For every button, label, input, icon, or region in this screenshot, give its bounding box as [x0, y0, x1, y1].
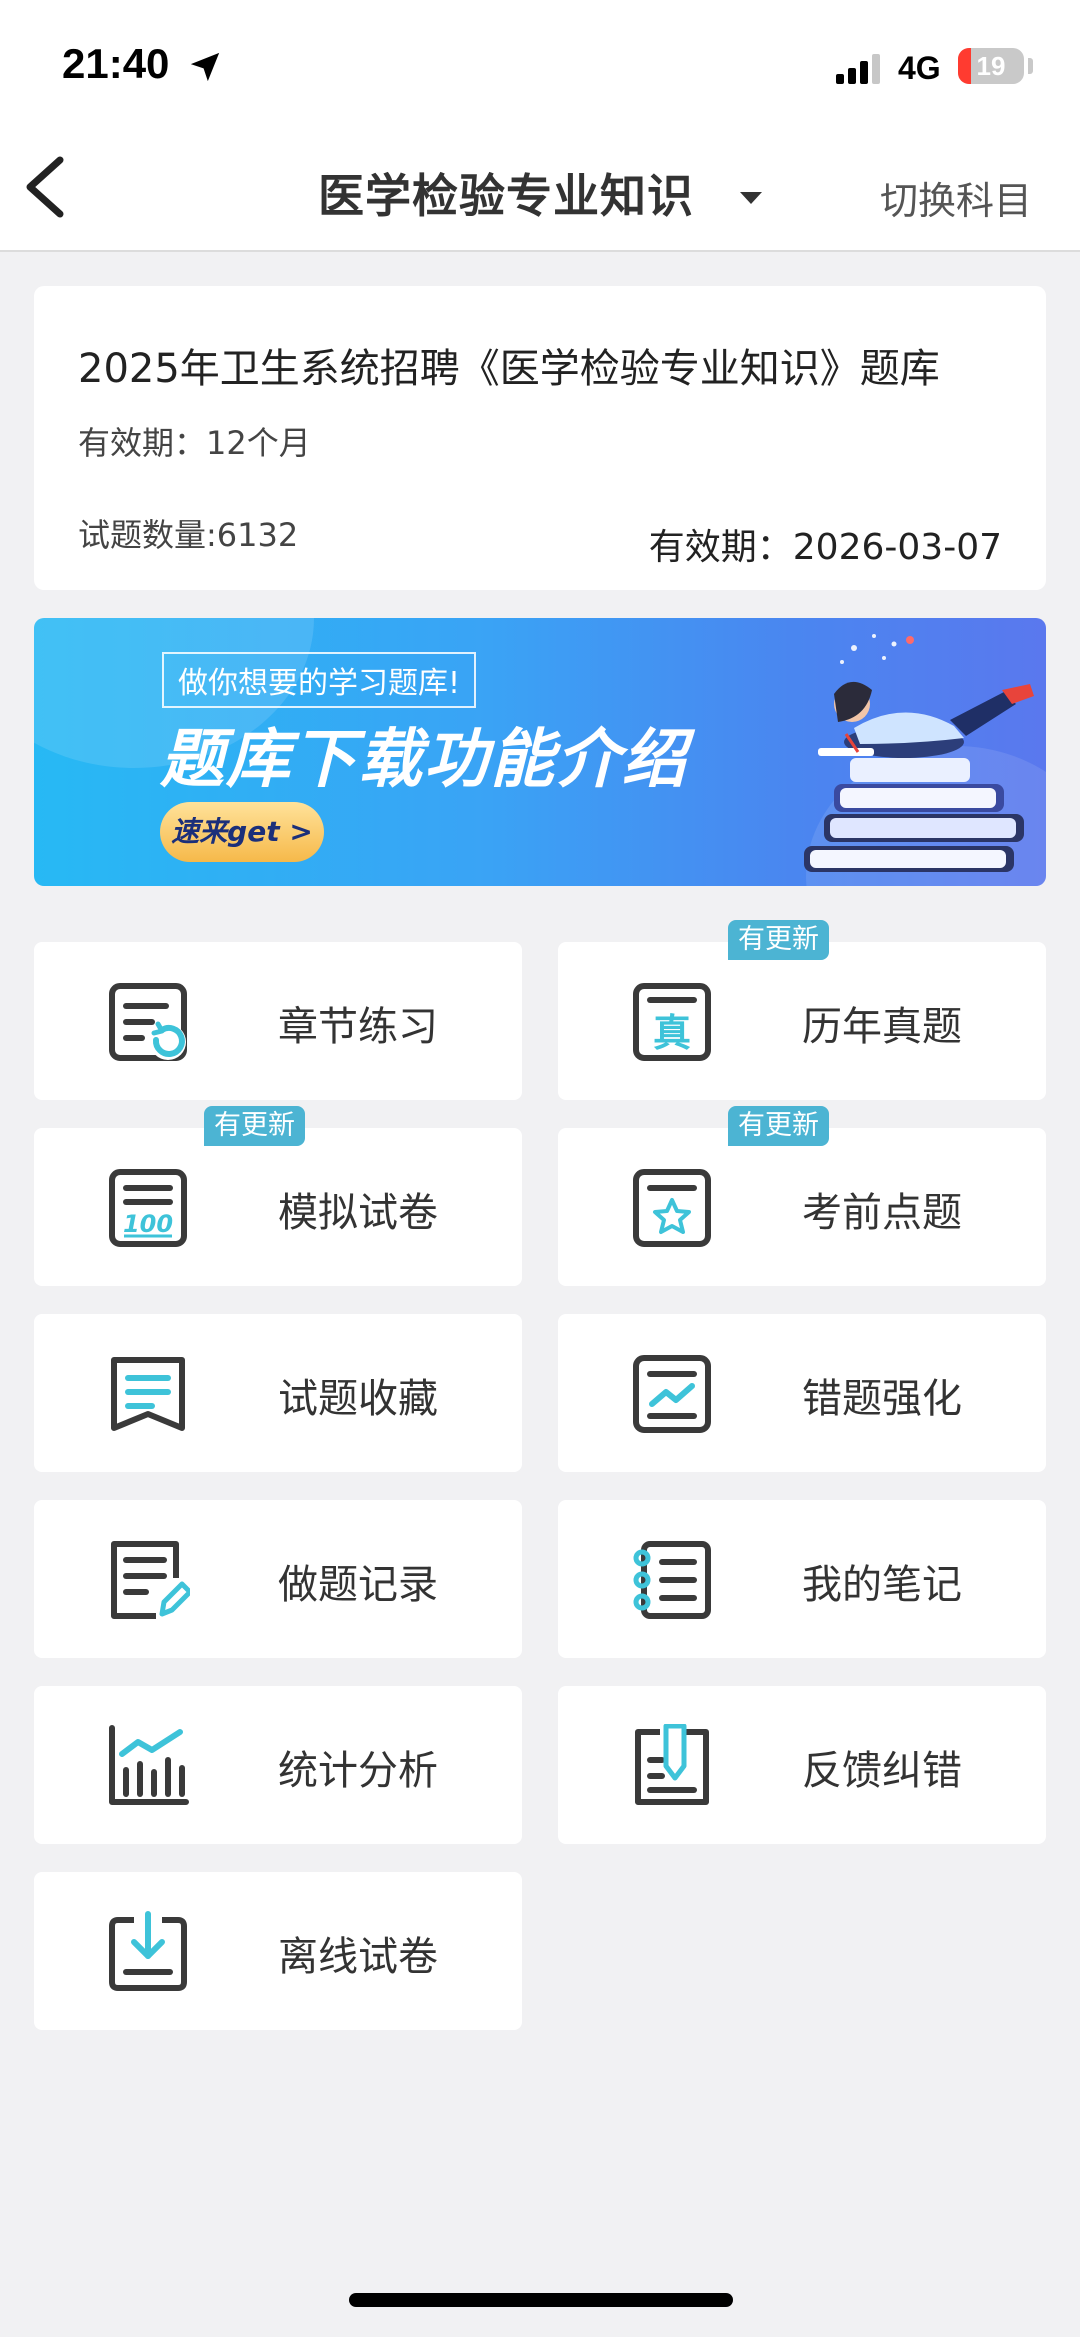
tile-label: 做题记录: [278, 1562, 438, 1608]
tile-pre-exam-tips[interactable]: 有更新 考前点题: [558, 1106, 1046, 1286]
battery-percent: 19: [976, 51, 1006, 81]
tile-statistics[interactable]: 统计分析: [34, 1686, 522, 1844]
location-arrow-icon: [190, 52, 220, 82]
update-badge: 有更新: [728, 1106, 829, 1146]
tile-label: 错题强化: [802, 1376, 962, 1422]
feedback-icon: [635, 1724, 709, 1805]
wrong-question-icon: [633, 1355, 711, 1433]
tile-label: 考前点题: [802, 1190, 962, 1236]
notebook-icon: [633, 1541, 711, 1619]
update-badge: 有更新: [204, 1106, 305, 1146]
tile-label: 统计分析: [278, 1748, 438, 1794]
tile-offline-exams[interactable]: 离线试卷: [34, 1872, 522, 2030]
tile-label: 反馈纠错: [802, 1748, 962, 1794]
battery-cap: [1028, 58, 1033, 74]
tile-label: 历年真题: [802, 1004, 962, 1050]
update-badge: 有更新: [728, 920, 829, 960]
tile-label: 模拟试卷: [278, 1190, 438, 1236]
battery-icon: 19: [958, 48, 1024, 84]
mock-exam-icon: 100: [109, 1169, 187, 1247]
banner-tagline: 做你想要的学习题库!: [162, 652, 477, 708]
tile-label: 试题收藏: [278, 1376, 438, 1422]
tile-practice-record[interactable]: 做题记录: [34, 1500, 522, 1658]
tile-mock-exam[interactable]: 有更新 100 模拟试卷: [34, 1106, 522, 1286]
banner-headline: 题库下载功能介绍: [160, 723, 688, 797]
tile-label: 我的笔记: [802, 1562, 962, 1608]
signal-icon: [836, 54, 880, 84]
tile-favorites[interactable]: 试题收藏: [34, 1314, 522, 1472]
pre-exam-tips-icon: [633, 1169, 711, 1247]
tile-my-notes[interactable]: 我的笔记: [558, 1500, 1046, 1658]
svg-text:真: 真: [653, 1011, 691, 1055]
expiry-date: 有效期：2026-03-07: [648, 527, 1002, 568]
question-bank-info-card: 2025年卫生系统招聘《医学检验专业知识》题库 有效期：12个月 试题数量:61…: [34, 286, 1046, 590]
tile-label: 章节练习: [278, 1004, 438, 1050]
tile-chapter-practice[interactable]: 章节练习: [34, 942, 522, 1100]
switch-subject-button[interactable]: 切换科目: [880, 170, 1032, 225]
validity-period: 有效期：12个月: [78, 424, 311, 462]
tile-feedback[interactable]: 反馈纠错: [558, 1686, 1046, 1844]
tile-label: 离线试卷: [278, 1934, 438, 1980]
student-on-books-illustration: [804, 634, 1034, 872]
download-feature-banner[interactable]: 做你想要的学习题库! 题库下载功能介绍 速来get >: [34, 618, 1046, 886]
bookmark-icon: [111, 1357, 185, 1431]
caret-down-icon[interactable]: [740, 192, 762, 204]
top-bar: 21:40 4G 19 医学检验专业知识 切换科目: [0, 0, 1080, 252]
home-indicator[interactable]: [349, 2293, 733, 2307]
past-exams-icon: 真: [633, 983, 711, 1061]
question-bank-title: 2025年卫生系统招聘《医学检验专业知识》题库: [78, 346, 940, 392]
chevron-left-icon: [26, 156, 64, 218]
record-edit-icon: [111, 1541, 190, 1619]
tile-past-exams[interactable]: 有更新 真 历年真题: [558, 920, 1046, 1100]
bar-chart-icon: [109, 1725, 189, 1805]
banner-cta-button[interactable]: 速来get >: [160, 802, 324, 862]
svg-text:100: 100: [123, 1210, 173, 1238]
back-button[interactable]: [18, 152, 78, 222]
network-label: 4G: [898, 50, 941, 86]
subject-title-dropdown[interactable]: 医学检验专业知识: [318, 160, 694, 226]
chapter-practice-icon: [109, 983, 187, 1061]
download-icon: [109, 1911, 187, 1991]
tile-wrong-questions[interactable]: 错题强化: [558, 1314, 1046, 1472]
question-count: 试题数量:6132: [78, 516, 299, 554]
status-time: 21:40: [62, 40, 170, 87]
